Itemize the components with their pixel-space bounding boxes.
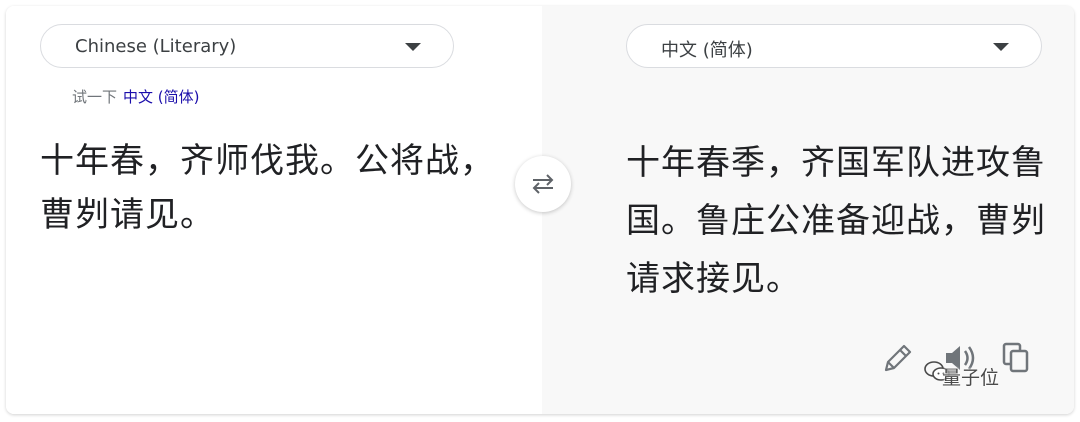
suggestion-prefix: 试一下 (72, 88, 118, 106)
source-text[interactable]: 十年春，齐师伐我。公将战，曹刿请见。 (40, 134, 500, 242)
pencil-icon[interactable] (878, 338, 918, 378)
chevron-down-icon (405, 43, 421, 51)
target-pane: 中文 (简体) 十年春季，齐国军队进攻鲁国。鲁庄公准备迎战，曹刿请求接见。 量子… (542, 6, 1074, 414)
translated-text: 十年春季，齐国军队进攻鲁国。鲁庄公准备迎战，曹刿请求接见。 (626, 143, 1046, 299)
language-suggestion: 试一下 中文 (简体) (72, 86, 200, 107)
source-pane: Chinese (Literary) 试一下 中文 (简体) 十年春，齐师伐我。公… (6, 6, 542, 414)
swap-languages-button[interactable] (515, 156, 571, 212)
output-toolbar: 量子位 (868, 338, 1068, 389)
target-language-label: 中文 (简体) (661, 40, 753, 61)
source-language-select[interactable]: Chinese (Literary) (40, 24, 454, 68)
swap-arrows-icon (532, 174, 554, 194)
translate-card: Chinese (Literary) 试一下 中文 (简体) 十年春，齐师伐我。公… (6, 6, 1074, 414)
target-language-select[interactable]: 中文 (简体) (626, 24, 1042, 68)
copy-icon[interactable] (996, 338, 1036, 378)
source-language-label: Chinese (Literary) (75, 36, 237, 57)
watermark-text: 量子位 (942, 367, 1000, 389)
suggestion-link[interactable]: 中文 (简体) (123, 88, 199, 106)
chevron-down-icon (993, 43, 1009, 51)
